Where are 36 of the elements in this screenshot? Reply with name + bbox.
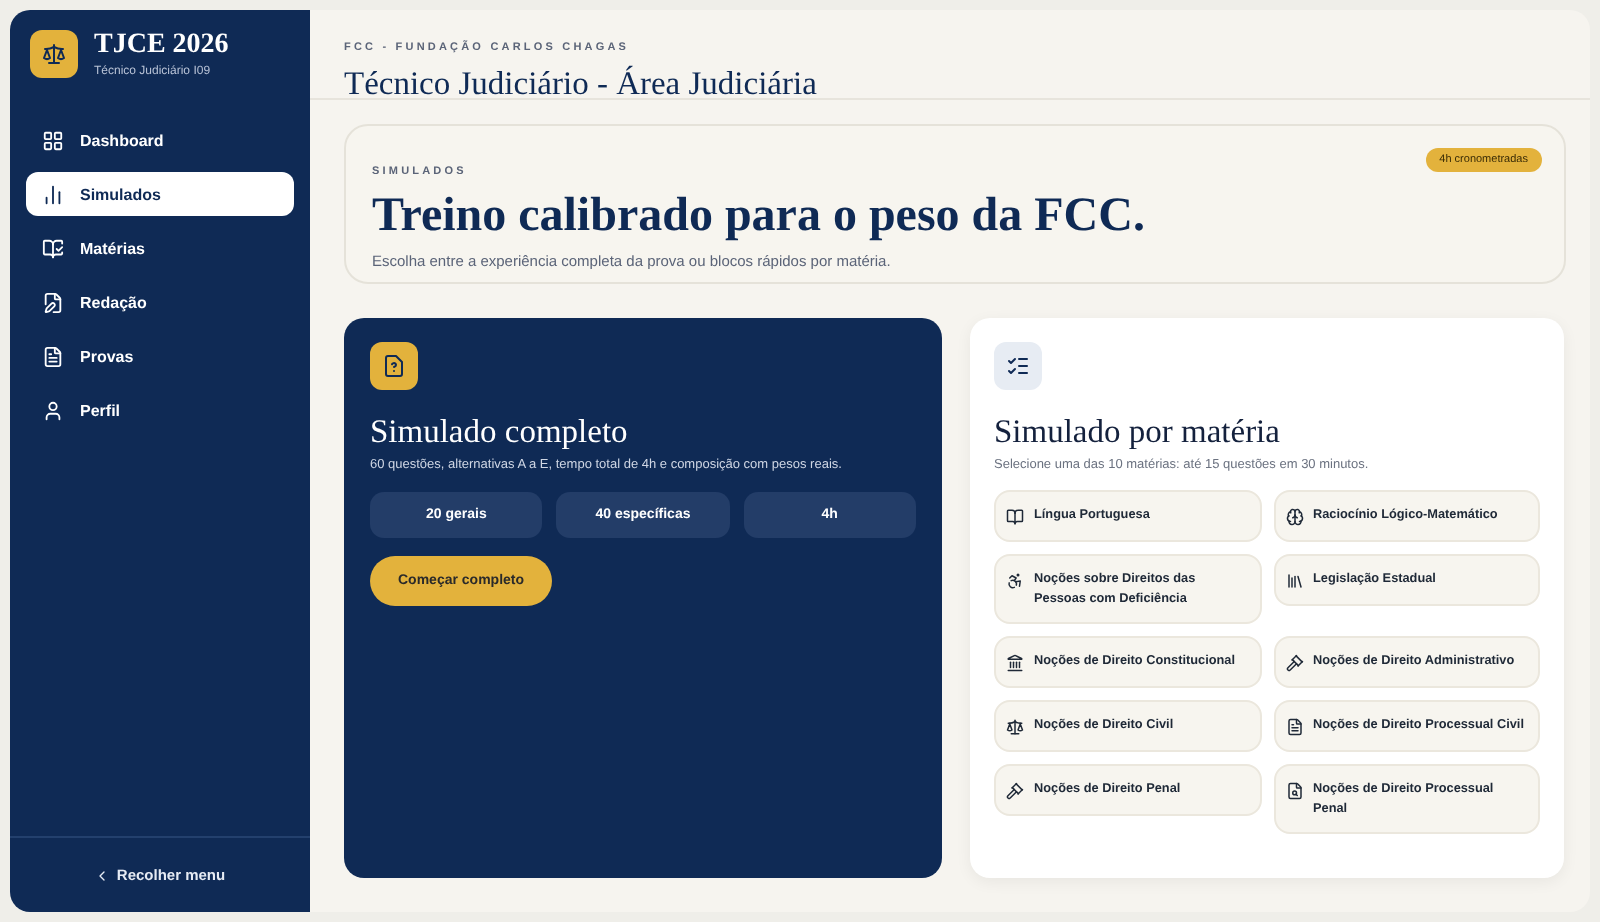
nav-item[interactable]: Dashboard [26,118,294,162]
book-icon [42,237,64,259]
nav-item[interactable]: Matérias [26,226,294,270]
gavel-icon [1285,654,1303,673]
checklist-icon [1006,354,1030,378]
nav-item[interactable]: Simulados [26,172,294,216]
file-question-icon [382,354,406,378]
hero-title: Treino calibrado para o peso da FCC. [372,190,1147,244]
library-icon [1285,572,1303,590]
nav-item[interactable]: Provas [26,334,294,378]
card-title: Simulado completo [370,412,630,452]
gavel-icon [1006,782,1024,801]
nav-label: Provas [80,347,134,365]
nav-label: Perfil [80,401,121,419]
nav-item[interactable]: Perfil [26,388,294,432]
bar-chart-icon [42,183,64,205]
nav-label: Simulados [80,185,161,203]
brand-title: TJCE 2026 [94,30,229,62]
page-title: Técnico Judiciário - Área Judiciária [344,64,819,104]
book-icon [1006,508,1024,526]
card-title: Simulado por matéria [994,412,1282,452]
nav-label: Matérias [80,239,145,257]
scale-icon [42,42,66,66]
grid-icon [42,129,64,151]
brain-icon [1285,508,1303,526]
document-icon [1285,718,1303,737]
nav-label: Dashboard [80,131,164,149]
scale-icon [1006,718,1024,737]
accessibility-icon [1006,572,1024,590]
nav-label: Redação [80,293,147,311]
file-search-icon [1285,782,1303,801]
nav-item[interactable]: Redação [26,280,294,324]
file-pen-icon [42,291,64,313]
document-icon [42,345,64,367]
user-icon [42,399,64,421]
landmark-icon [1006,654,1024,673]
